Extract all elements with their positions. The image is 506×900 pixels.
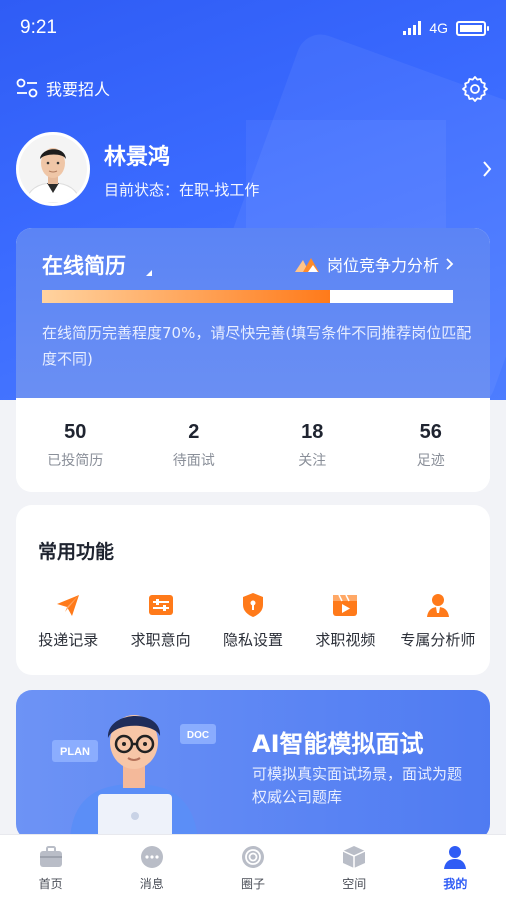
video-icon [333,594,358,616]
tab-home[interactable]: 首页 [0,835,101,900]
stat-label: 关注 [298,452,327,469]
tab-label: 消息 [139,876,164,891]
corner-mark-icon [146,270,152,276]
stat-label: 足迹 [416,452,445,469]
send-icon [57,595,80,616]
resume-hint: 在线简历完善程度70%，请尽快完善(填写条件不同推荐岗位匹配度不同) [42,324,472,368]
tab-label: 圈子 [241,876,266,891]
stat-value: 18 [301,420,324,443]
doc-tag: DOC [187,730,209,741]
person-icon [444,845,467,869]
stat-label: 已投简历 [47,452,104,469]
stat-label: 待面试 [172,452,215,469]
func-label: 隐私设置 [223,631,284,649]
stats-row: 50 已投简历 2 待面试 18 关注 56 足迹 [16,398,490,492]
ai-desc: 可模拟真实面试场景，面试为题权威公司题库 [252,765,463,806]
ai-mock-interview-banner[interactable]: PLAN DOC AI智能模拟面试 可模拟真实面试场景，面试为题权威公司题库 [16,690,490,840]
resume-card[interactable]: 在线简历 岗位竞争力分析 在线简历完善程度70%，请尽快完善(填写条件不同推荐岗… [16,228,490,492]
user-name: 林景鸿 [104,144,171,170]
stat-value: 2 [188,420,200,443]
stat-footprints[interactable]: 56 足迹 [372,398,491,492]
job-status: 目前状态：在职-找工作 [104,180,260,199]
recruit-label: 我要招人 [46,80,111,99]
tab-mine[interactable]: 我的 [405,835,506,900]
signal-icon [403,21,422,35]
func-delivery-records[interactable]: 投递记录 [22,591,114,650]
interview-illustration: PLAN DOC [52,715,216,840]
func-label: 求职意向 [130,631,191,649]
func-label: 求职视频 [315,631,376,649]
network-type: 4G [429,20,448,36]
resume-title: 在线简历 [42,254,126,278]
profile-section[interactable]: 林景鸿 目前状态：在职-找工作 [16,132,259,206]
chevron-right-icon[interactable] [482,160,492,178]
func-job-intention[interactable]: 求职意向 [114,591,206,650]
func-label: 投递记录 [38,631,99,649]
plan-tag: PLAN [60,746,90,758]
stat-pending-interviews[interactable]: 2 待面试 [135,398,254,492]
switch-icon [16,78,38,98]
stat-value: 50 [64,420,87,443]
settings-gear-icon[interactable] [460,74,490,104]
stat-following[interactable]: 18 关注 [253,398,372,492]
status-bar: 9:21 4G [0,0,506,56]
stat-value: 56 [419,420,442,443]
message-icon [140,845,163,868]
avatar[interactable] [16,132,90,206]
mountain-icon [294,258,319,272]
tab-messages[interactable]: 消息 [101,835,202,900]
common-functions-card: 常用功能 投递记录 求职意向 隐私设置 求职视频 专属分析师 [16,505,490,675]
cube-icon [342,845,366,868]
chevron-right-icon [446,258,454,270]
func-dedicated-analyst[interactable]: 专属分析师 [392,591,484,650]
shield-icon [243,593,264,617]
tab-label: 首页 [38,876,63,891]
tab-circle[interactable]: 圈子 [202,835,303,900]
competition-label: 岗位竞争力分析 [326,256,439,275]
briefcase-icon [39,845,62,867]
tab-label: 空间 [342,876,367,891]
bottom-tab-bar: 首页 消息 圈子 空间 我的 [0,834,506,900]
ai-title: AI智能模拟面试 [252,730,424,758]
recruit-button[interactable]: 我要招人 [16,76,110,100]
functions-title: 常用功能 [38,541,115,563]
stat-sent-resumes[interactable]: 50 已投简历 [16,398,135,492]
intent-icon [148,595,173,615]
analyst-icon [426,594,449,617]
func-job-video[interactable]: 求职视频 [299,591,391,650]
tab-label: 我的 [443,876,468,891]
func-label: 专属分析师 [400,631,476,649]
battery-icon [456,20,489,36]
status-time: 9:21 [20,17,57,38]
func-privacy-settings[interactable]: 隐私设置 [207,591,299,650]
resume-progress-bar [42,290,453,303]
competition-analysis-link[interactable]: 岗位竞争力分析 [294,252,454,276]
tab-space[interactable]: 空间 [304,835,405,900]
resume-progress-fill [42,290,330,303]
circle-icon [242,845,264,868]
